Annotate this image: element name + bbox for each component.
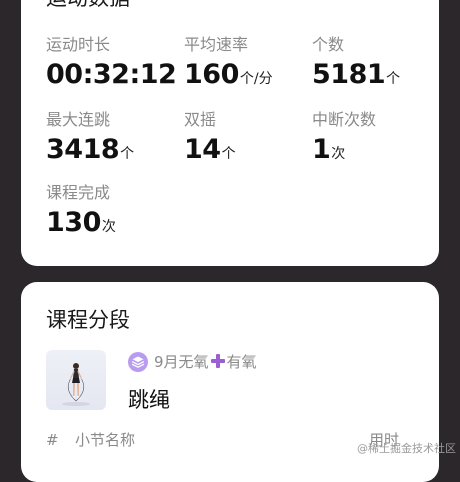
course-thumbnail[interactable] — [46, 350, 106, 410]
stat-label: 课程完成 — [46, 183, 111, 202]
stat-value: 14 — [184, 134, 221, 165]
stat-average-rate: 平均速率 160个/分 — [184, 35, 273, 91]
table-header-index: # — [46, 431, 59, 449]
stat-label: 个数 — [312, 35, 345, 54]
stat-label: 双摇 — [184, 110, 217, 129]
stat-duration: 运动时长 00:32:12 — [46, 35, 177, 91]
course-tag-after: 有氧 — [226, 353, 257, 371]
course-tag-before: 9月无氧 — [154, 353, 209, 371]
course-tag: 9月无氧 有氧 — [154, 352, 257, 372]
jump-rope-person-icon — [62, 363, 90, 406]
stat-value: 1 — [312, 134, 331, 165]
stat-label: 运动时长 — [46, 35, 111, 54]
stat-unit: 个 — [221, 146, 236, 162]
stat-value: 160 — [184, 59, 239, 90]
stat-double-under: 双摇 14个 — [184, 110, 236, 166]
stat-value: 130 — [46, 207, 101, 238]
stat-label: 中断次数 — [312, 110, 377, 129]
stat-unit: 个 — [386, 71, 401, 87]
watermark: @稀土掘金技术社区 — [357, 442, 456, 455]
table-header-name: 小节名称 — [75, 431, 136, 449]
plus-icon — [210, 354, 225, 368]
stat-interruptions: 中断次数 1次 — [312, 110, 376, 166]
stats-card: 运动数据 运动时长 00:32:12 平均速率 160个/分 个数 5181个 … — [21, 0, 439, 266]
stat-value: 00:32:12 — [46, 59, 177, 90]
stat-value: 5181 — [312, 59, 386, 90]
stat-unit: 个/分 — [239, 71, 273, 87]
stat-unit: 次 — [101, 219, 116, 235]
stat-count: 个数 5181个 — [312, 35, 400, 91]
segments-card-title: 课程分段 — [46, 308, 130, 332]
stat-max-consecutive: 最大连跳 3418个 — [46, 110, 134, 166]
stat-label: 平均速率 — [184, 35, 249, 54]
stat-label: 最大连跳 — [46, 110, 111, 129]
course-name[interactable]: 跳绳 — [128, 384, 170, 414]
stat-value: 3418 — [46, 134, 120, 165]
layers-icon — [128, 352, 148, 372]
stat-courses-completed: 课程完成 130次 — [46, 183, 116, 239]
stat-unit: 次 — [331, 146, 346, 162]
stat-unit: 个 — [120, 146, 135, 162]
stats-card-title: 运动数据 — [46, 0, 130, 12]
